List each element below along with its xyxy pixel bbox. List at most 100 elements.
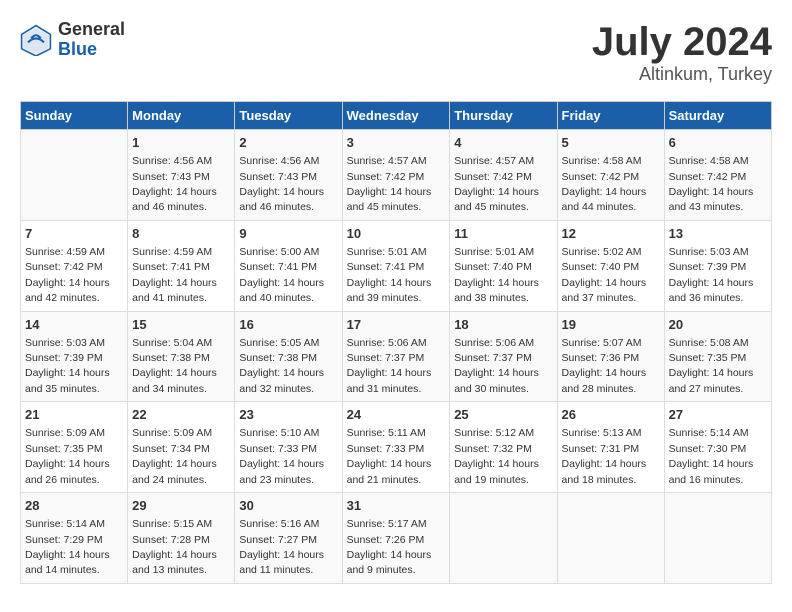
- col-header-monday: Monday: [128, 102, 235, 130]
- day-cell: [557, 493, 664, 584]
- day-number: 17: [347, 316, 446, 334]
- day-number: 24: [347, 406, 446, 424]
- day-info: Sunrise: 5:08 AM Sunset: 7:35 PM Dayligh…: [669, 337, 754, 395]
- day-cell: 8 Sunrise: 4:59 AM Sunset: 7:41 PM Daylig…: [128, 220, 235, 311]
- day-cell: 26Sunrise: 5:13 AM Sunset: 7:31 PM Dayli…: [557, 402, 664, 493]
- day-info: Sunrise: 4:58 AM Sunset: 7:42 PM Dayligh…: [562, 155, 647, 213]
- day-info: Sunrise: 5:01 AM Sunset: 7:40 PM Dayligh…: [454, 246, 539, 304]
- day-cell: 12Sunrise: 5:02 AM Sunset: 7:40 PM Dayli…: [557, 220, 664, 311]
- day-info: Sunrise: 5:16 AM Sunset: 7:27 PM Dayligh…: [239, 518, 324, 576]
- day-number: 23: [239, 406, 337, 424]
- logo-general: General: [58, 20, 125, 40]
- day-number: 5: [562, 134, 660, 152]
- calendar-table: SundayMondayTuesdayWednesdayThursdayFrid…: [20, 101, 772, 584]
- day-info: Sunrise: 5:13 AM Sunset: 7:31 PM Dayligh…: [562, 427, 647, 485]
- day-info: Sunrise: 5:14 AM Sunset: 7:30 PM Dayligh…: [669, 427, 754, 485]
- day-info: Sunrise: 5:03 AM Sunset: 7:39 PM Dayligh…: [25, 337, 110, 395]
- day-number: 15: [132, 316, 230, 334]
- day-info: Sunrise: 5:04 AM Sunset: 7:38 PM Dayligh…: [132, 337, 217, 395]
- week-row-1: 1Sunrise: 4:56 AM Sunset: 7:43 PM Daylig…: [21, 130, 772, 221]
- week-row-2: 7 Sunrise: 4:59 AM Sunset: 7:42 PM Daylig…: [21, 220, 772, 311]
- day-cell: 14 Sunrise: 5:03 AM Sunset: 7:39 PM Dayli…: [21, 311, 128, 402]
- day-number: 7: [25, 225, 123, 243]
- col-header-tuesday: Tuesday: [235, 102, 342, 130]
- subtitle: Altinkum, Turkey: [592, 64, 772, 85]
- day-info: Sunrise: 4:57 AM Sunset: 7:42 PM Dayligh…: [347, 155, 432, 213]
- day-info: Sunrise: 4:59 AM Sunset: 7:41 PM Dayligh…: [132, 246, 217, 304]
- day-info: Sunrise: 4:59 AM Sunset: 7:42 PM Dayligh…: [25, 246, 110, 304]
- day-cell: 9Sunrise: 5:00 AM Sunset: 7:41 PM Daylig…: [235, 220, 342, 311]
- day-cell: 22Sunrise: 5:09 AM Sunset: 7:34 PM Dayli…: [128, 402, 235, 493]
- day-cell: 20 Sunrise: 5:08 AM Sunset: 7:35 PM Dayli…: [664, 311, 771, 402]
- day-number: 29: [132, 497, 230, 515]
- day-cell: 28 Sunrise: 5:14 AM Sunset: 7:29 PM Dayli…: [21, 493, 128, 584]
- day-number: 22: [132, 406, 230, 424]
- day-number: 10: [347, 225, 446, 243]
- day-cell: 27 Sunrise: 5:14 AM Sunset: 7:30 PM Dayli…: [664, 402, 771, 493]
- col-header-friday: Friday: [557, 102, 664, 130]
- day-cell: 11 Sunrise: 5:01 AM Sunset: 7:40 PM Dayli…: [450, 220, 557, 311]
- day-info: Sunrise: 5:00 AM Sunset: 7:41 PM Dayligh…: [239, 246, 324, 304]
- day-cell: 2Sunrise: 4:56 AM Sunset: 7:43 PM Daylig…: [235, 130, 342, 221]
- day-info: Sunrise: 5:12 AM Sunset: 7:32 PM Dayligh…: [454, 427, 539, 485]
- day-number: 18: [454, 316, 552, 334]
- day-number: 28: [25, 497, 123, 515]
- day-cell: 7 Sunrise: 4:59 AM Sunset: 7:42 PM Daylig…: [21, 220, 128, 311]
- day-number: 2: [239, 134, 337, 152]
- day-cell: 16 Sunrise: 5:05 AM Sunset: 7:38 PM Dayli…: [235, 311, 342, 402]
- day-number: 27: [669, 406, 767, 424]
- title-block: July 2024 Altinkum, Turkey: [592, 20, 772, 85]
- logo-blue: Blue: [58, 40, 125, 60]
- day-cell: [664, 493, 771, 584]
- week-row-3: 14 Sunrise: 5:03 AM Sunset: 7:39 PM Dayli…: [21, 311, 772, 402]
- day-cell: 3 Sunrise: 4:57 AM Sunset: 7:42 PM Daylig…: [342, 130, 450, 221]
- day-number: 14: [25, 316, 123, 334]
- day-number: 25: [454, 406, 552, 424]
- week-row-4: 21Sunrise: 5:09 AM Sunset: 7:35 PM Dayli…: [21, 402, 772, 493]
- day-cell: 6Sunrise: 4:58 AM Sunset: 7:42 PM Daylig…: [664, 130, 771, 221]
- day-cell: 30Sunrise: 5:16 AM Sunset: 7:27 PM Dayli…: [235, 493, 342, 584]
- day-number: 6: [669, 134, 767, 152]
- day-number: 8: [132, 225, 230, 243]
- day-info: Sunrise: 5:14 AM Sunset: 7:29 PM Dayligh…: [25, 518, 110, 576]
- day-info: Sunrise: 5:17 AM Sunset: 7:26 PM Dayligh…: [347, 518, 432, 576]
- day-cell: 23 Sunrise: 5:10 AM Sunset: 7:33 PM Dayli…: [235, 402, 342, 493]
- week-row-5: 28 Sunrise: 5:14 AM Sunset: 7:29 PM Dayli…: [21, 493, 772, 584]
- day-info: Sunrise: 5:10 AM Sunset: 7:33 PM Dayligh…: [239, 427, 324, 485]
- day-number: 16: [239, 316, 337, 334]
- day-cell: [450, 493, 557, 584]
- day-cell: 4Sunrise: 4:57 AM Sunset: 7:42 PM Daylig…: [450, 130, 557, 221]
- day-cell: 29 Sunrise: 5:15 AM Sunset: 7:28 PM Dayli…: [128, 493, 235, 584]
- day-info: Sunrise: 5:11 AM Sunset: 7:33 PM Dayligh…: [347, 427, 432, 485]
- day-info: Sunrise: 4:56 AM Sunset: 7:43 PM Dayligh…: [132, 155, 217, 213]
- day-info: Sunrise: 5:05 AM Sunset: 7:38 PM Dayligh…: [239, 337, 324, 395]
- day-info: Sunrise: 5:02 AM Sunset: 7:40 PM Dayligh…: [562, 246, 647, 304]
- day-number: 11: [454, 225, 552, 243]
- day-info: Sunrise: 5:06 AM Sunset: 7:37 PM Dayligh…: [347, 337, 432, 395]
- day-info: Sunrise: 5:06 AM Sunset: 7:37 PM Dayligh…: [454, 337, 539, 395]
- day-cell: 10 Sunrise: 5:01 AM Sunset: 7:41 PM Dayli…: [342, 220, 450, 311]
- day-cell: 1Sunrise: 4:56 AM Sunset: 7:43 PM Daylig…: [128, 130, 235, 221]
- day-info: Sunrise: 5:01 AM Sunset: 7:41 PM Dayligh…: [347, 246, 432, 304]
- day-number: 4: [454, 134, 552, 152]
- day-cell: 5 Sunrise: 4:58 AM Sunset: 7:42 PM Daylig…: [557, 130, 664, 221]
- day-number: 3: [347, 134, 446, 152]
- day-cell: 17 Sunrise: 5:06 AM Sunset: 7:37 PM Dayli…: [342, 311, 450, 402]
- day-info: Sunrise: 5:07 AM Sunset: 7:36 PM Dayligh…: [562, 337, 647, 395]
- day-cell: 25 Sunrise: 5:12 AM Sunset: 7:32 PM Dayli…: [450, 402, 557, 493]
- col-header-thursday: Thursday: [450, 102, 557, 130]
- day-info: Sunrise: 5:03 AM Sunset: 7:39 PM Dayligh…: [669, 246, 754, 304]
- day-cell: 19 Sunrise: 5:07 AM Sunset: 7:36 PM Dayli…: [557, 311, 664, 402]
- day-cell: 18 Sunrise: 5:06 AM Sunset: 7:37 PM Dayli…: [450, 311, 557, 402]
- day-number: 19: [562, 316, 660, 334]
- logo-text: General Blue: [58, 20, 125, 60]
- calendar-header-row: SundayMondayTuesdayWednesdayThursdayFrid…: [21, 102, 772, 130]
- day-info: Sunrise: 5:15 AM Sunset: 7:28 PM Dayligh…: [132, 518, 217, 576]
- day-number: 31: [347, 497, 446, 515]
- day-cell: 15 Sunrise: 5:04 AM Sunset: 7:38 PM Dayli…: [128, 311, 235, 402]
- day-cell: 31 Sunrise: 5:17 AM Sunset: 7:26 PM Dayli…: [342, 493, 450, 584]
- day-number: 21: [25, 406, 123, 424]
- day-cell: 24 Sunrise: 5:11 AM Sunset: 7:33 PM Dayli…: [342, 402, 450, 493]
- day-number: 20: [669, 316, 767, 334]
- col-header-wednesday: Wednesday: [342, 102, 450, 130]
